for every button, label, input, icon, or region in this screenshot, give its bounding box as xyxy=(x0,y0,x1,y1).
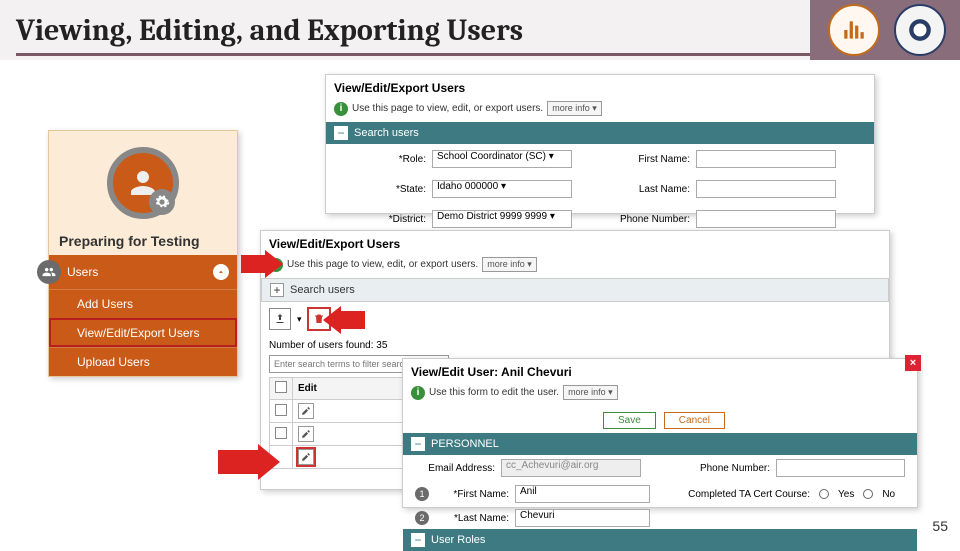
phone-input[interactable] xyxy=(776,459,905,477)
district-select[interactable]: Demo District 9999 9999 ▾ xyxy=(432,210,572,228)
edit-button[interactable] xyxy=(298,426,314,442)
panelA-title: View/Edit/Export Users xyxy=(326,75,874,101)
more-info-button[interactable]: more info xyxy=(547,101,602,116)
prep-heading: Preparing for Testing xyxy=(49,227,237,255)
export-button[interactable] xyxy=(269,308,291,330)
sidebar-item-view-edit-export[interactable]: View/Edit/Export Users xyxy=(49,318,237,347)
panel-search-top: View/Edit/Export Users i Use this page t… xyxy=(325,74,875,214)
dropdown-caret[interactable]: ▾ xyxy=(297,314,302,325)
no-label: No xyxy=(882,489,895,500)
collapse-icon[interactable]: − xyxy=(411,437,425,451)
radio-no[interactable] xyxy=(863,489,873,499)
first-label: First Name: xyxy=(439,489,509,500)
pencil-icon xyxy=(301,406,311,416)
users-bubble xyxy=(37,260,61,284)
role-select[interactable]: School Coordinator (SC) ▾ xyxy=(432,150,572,168)
last-label: Last Name: xyxy=(439,513,509,524)
chart-icon xyxy=(841,17,867,43)
title-underline xyxy=(16,53,810,56)
panelA-info: i Use this page to view, edit, or export… xyxy=(326,101,874,122)
results-count: Number of users found: 35 xyxy=(261,336,889,355)
callout-arrow-1 xyxy=(241,250,283,278)
yes-label: Yes xyxy=(838,489,854,500)
panelB-section[interactable]: + Search users xyxy=(261,278,889,302)
email-label: Email Address: xyxy=(415,463,495,474)
slide-title: Viewing, Editing, and Exporting Users xyxy=(16,13,523,48)
panelB-info-text: Use this page to view, edit, or export u… xyxy=(287,259,478,270)
logo-2 xyxy=(894,4,946,56)
email-input: cc_Achevuri@air.org xyxy=(501,459,641,477)
row-checkbox[interactable] xyxy=(275,427,287,439)
step-1-icon: 1 xyxy=(415,487,429,501)
more-info-button[interactable]: more info xyxy=(563,385,618,400)
sidebar-users-label: Users xyxy=(67,265,98,279)
last-name-label: Last Name: xyxy=(610,184,690,195)
expand-icon[interactable]: + xyxy=(270,283,284,297)
sidebar-item-add-users[interactable]: Add Users xyxy=(49,289,237,318)
user-roles-section[interactable]: − User Roles xyxy=(403,529,917,551)
panel-edit-user: × View/Edit User: Anil Chevuri i Use thi… xyxy=(402,358,918,508)
callout-arrow-2 xyxy=(323,306,365,334)
sidebar-item-upload-users[interactable]: Upload Users xyxy=(49,347,237,376)
step-2-icon: 2 xyxy=(415,511,429,525)
row-checkbox[interactable] xyxy=(275,404,287,416)
phone-input[interactable] xyxy=(696,210,836,228)
last-input[interactable]: Chevuri xyxy=(515,509,650,527)
more-info-button[interactable]: more info xyxy=(482,257,537,272)
radio-yes[interactable] xyxy=(819,489,829,499)
course-label: Completed TA Cert Course: xyxy=(670,489,810,500)
slide-titlebar: Viewing, Editing, and Exporting Users xyxy=(0,0,960,60)
personnel-label: PERSONNEL xyxy=(431,438,499,450)
first-name-input[interactable] xyxy=(696,150,836,168)
panelB-section-label: Search users xyxy=(290,284,355,296)
export-icon xyxy=(274,313,286,325)
save-button[interactable]: Save xyxy=(603,412,656,429)
phone-label: Phone Number: xyxy=(670,463,770,474)
info-icon: i xyxy=(334,102,348,116)
first-input[interactable]: Anil xyxy=(515,485,650,503)
info-icon: i xyxy=(411,386,425,400)
callout-arrow-3 xyxy=(218,444,280,480)
gear-badge xyxy=(149,189,175,215)
district-label: District: xyxy=(346,214,426,225)
page-number: 55 xyxy=(932,518,948,534)
pencil-icon xyxy=(301,429,311,439)
prep-card: Preparing for Testing Users Add Users Vi… xyxy=(48,130,238,377)
panelC-info: i Use this form to edit the user. more i… xyxy=(403,385,917,406)
sidebar-item-users[interactable]: Users xyxy=(49,255,237,289)
seal-icon xyxy=(907,17,933,43)
logo-1 xyxy=(828,4,880,56)
role-label: Role: xyxy=(346,154,426,165)
panelA-section[interactable]: − Search users xyxy=(326,122,874,144)
prep-icon-wrap xyxy=(49,131,237,227)
last-name-input[interactable] xyxy=(696,180,836,198)
panelC-info-text: Use this form to edit the user. xyxy=(429,387,559,398)
panelA-section-label: Search users xyxy=(354,127,419,139)
collapse-icon[interactable]: − xyxy=(334,126,348,140)
action-buttons: Save Cancel xyxy=(403,406,917,433)
first-name-label: First Name: xyxy=(610,154,690,165)
panelC-title: View/Edit User: Anil Chevuri xyxy=(403,359,917,385)
close-button[interactable]: × xyxy=(905,355,921,371)
pencil-icon xyxy=(301,452,311,462)
panelB-info: i Use this page to view, edit, or export… xyxy=(261,257,889,278)
state-label: State: xyxy=(346,184,426,195)
collapse-icon[interactable]: − xyxy=(411,533,425,547)
edit-button[interactable] xyxy=(298,449,314,465)
cancel-button[interactable]: Cancel xyxy=(664,412,725,429)
users-icon xyxy=(42,265,56,279)
state-select[interactable]: Idaho 000000 ▾ xyxy=(432,180,572,198)
personnel-section[interactable]: − PERSONNEL xyxy=(403,433,917,455)
phone-label: Phone Number: xyxy=(610,214,690,225)
gear-icon xyxy=(154,194,170,210)
select-all-checkbox[interactable] xyxy=(275,381,287,393)
panelB-title: View/Edit/Export Users xyxy=(261,231,889,257)
panelA-info-text: Use this page to view, edit, or export u… xyxy=(352,103,543,114)
user-gear-circle xyxy=(107,147,179,219)
roles-label: User Roles xyxy=(431,534,485,546)
edit-button[interactable] xyxy=(298,403,314,419)
chevron-up-icon[interactable] xyxy=(213,264,229,280)
